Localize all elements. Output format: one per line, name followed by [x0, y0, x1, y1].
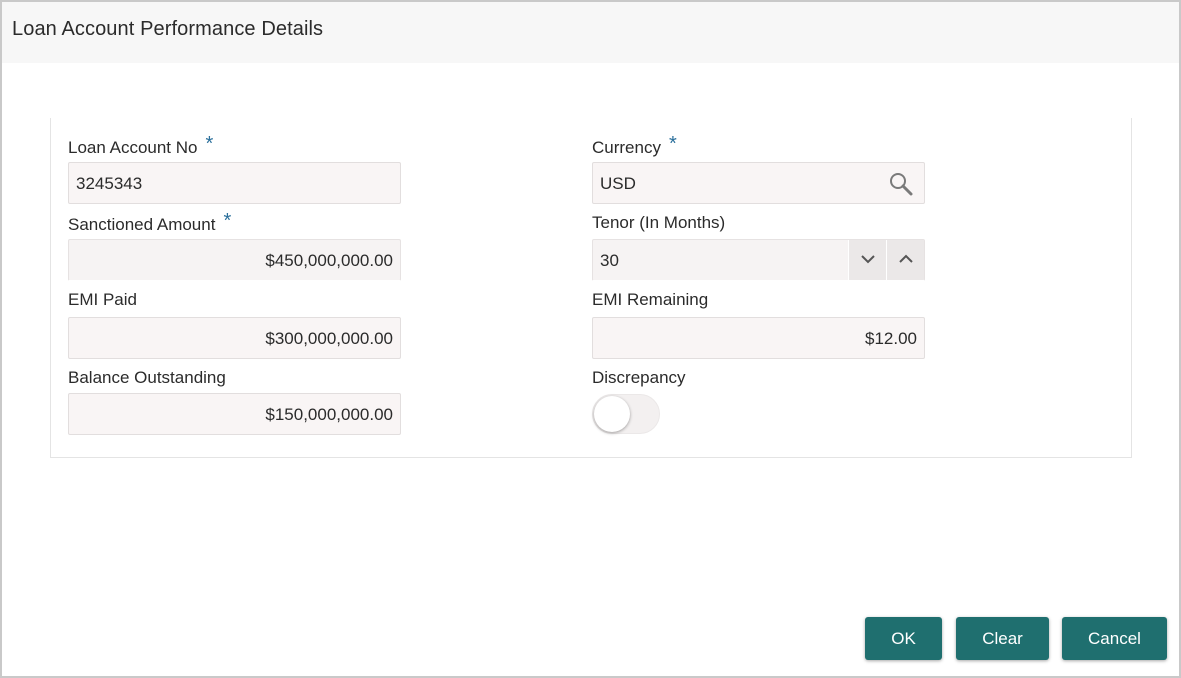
dialog-window: Loan Account Performance Details Loan Ac… [0, 0, 1181, 678]
chevron-up-icon[interactable] [886, 240, 924, 280]
emi-remaining-input[interactable]: $12.00 [592, 317, 925, 359]
currency-value: USD [600, 174, 636, 193]
sanctioned-amount-value: $450,000,000.00 [265, 251, 393, 270]
dialog-title: Loan Account Performance Details [12, 18, 324, 40]
sanctioned-amount-input[interactable]: $450,000,000.00 [68, 239, 401, 281]
loan-account-no-label-text: Loan Account No [68, 138, 198, 157]
ok-button[interactable]: OK [865, 617, 942, 660]
required-marker: * [223, 210, 232, 232]
required-marker: * [205, 133, 214, 155]
balance-outstanding-input[interactable]: $150,000,000.00 [68, 393, 401, 435]
tenor-value: 30 [600, 251, 619, 270]
clear-button[interactable]: Clear [956, 617, 1049, 660]
search-icon[interactable] [888, 171, 914, 197]
currency-input[interactable]: USD [592, 162, 925, 204]
loan-account-no-value: 3245343 [76, 174, 143, 193]
chevron-down-icon[interactable] [848, 240, 886, 280]
discrepancy-label: Discrepancy [592, 368, 686, 387]
emi-paid-label: EMI Paid [68, 290, 137, 309]
emi-remaining-label: EMI Remaining [592, 290, 709, 309]
discrepancy-toggle[interactable] [592, 394, 660, 434]
required-marker: * [668, 133, 677, 155]
balance-outstanding-label: Balance Outstanding [68, 368, 226, 387]
cancel-button[interactable]: Cancel [1062, 617, 1167, 660]
sanctioned-amount-label: Sanctioned Amount * [68, 210, 232, 236]
loan-account-no-label: Loan Account No * [68, 133, 214, 159]
emi-remaining-value: $12.00 [865, 329, 917, 348]
sanctioned-amount-label-text: Sanctioned Amount [68, 215, 216, 234]
emi-paid-input[interactable]: $300,000,000.00 [68, 317, 401, 359]
currency-label: Currency * [592, 133, 677, 159]
loan-account-no-input[interactable]: 3245343 [68, 162, 401, 204]
dialog-header: Loan Account Performance Details [2, 2, 1179, 63]
currency-label-text: Currency [592, 138, 661, 157]
tenor-stepper[interactable]: 30 [592, 239, 925, 281]
toggle-knob [594, 396, 630, 432]
balance-outstanding-value: $150,000,000.00 [265, 405, 393, 424]
emi-paid-value: $300,000,000.00 [265, 329, 393, 348]
tenor-label: Tenor (In Months) [592, 213, 726, 232]
